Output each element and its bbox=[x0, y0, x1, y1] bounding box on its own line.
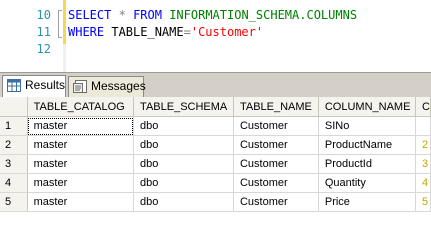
query-editor[interactable]: 10 11 12 SELECT * FROM INFORMATION_SCHEM… bbox=[0, 0, 431, 72]
string-literal: 'Customer' bbox=[190, 25, 264, 39]
line-number-gutter: 10 11 12 bbox=[0, 0, 66, 72]
cell-table-schema[interactable]: dbo bbox=[133, 116, 234, 136]
cell-truncated[interactable]: 2 bbox=[415, 135, 431, 155]
line-number: 10 bbox=[36, 8, 51, 22]
outline-bracket bbox=[58, 10, 62, 38]
column-header[interactable]: TABLE_SCHEMA bbox=[133, 97, 234, 117]
cell-table-catalog[interactable]: master bbox=[27, 135, 135, 155]
cell-table-name[interactable]: Customer bbox=[233, 116, 319, 136]
tab-results-label: Results bbox=[25, 78, 66, 92]
table-row: 4 master dbo Customer Quantity 4 bbox=[0, 173, 431, 193]
grid-corner[interactable] bbox=[0, 97, 28, 117]
tab-results[interactable]: Results bbox=[2, 75, 66, 98]
change-marker bbox=[63, 0, 66, 44]
cell-column-name[interactable]: Quantity bbox=[318, 173, 417, 193]
keyword: FROM bbox=[133, 8, 162, 22]
cell-column-name[interactable]: ProductName bbox=[318, 135, 417, 155]
cell-table-catalog[interactable]: master bbox=[27, 192, 135, 212]
cell-column-name[interactable]: Price bbox=[318, 192, 417, 212]
row-number[interactable]: 2 bbox=[0, 135, 28, 155]
results-tab-bar: Results Messages bbox=[0, 72, 431, 98]
schema-object: INFORMATION_SCHEMA.COLUMNS bbox=[169, 8, 358, 22]
cell-truncated[interactable]: 5 bbox=[415, 192, 431, 212]
code-line-11[interactable]: WHERE TABLE_NAME='Customer' bbox=[68, 24, 263, 40]
table-row: 5 master dbo Customer Price 5 bbox=[0, 192, 431, 212]
line-number: 12 bbox=[36, 42, 51, 56]
cell-table-schema[interactable]: dbo bbox=[133, 192, 234, 212]
results-grid-icon bbox=[7, 79, 21, 92]
cell-table-schema[interactable]: dbo bbox=[133, 154, 234, 174]
table-row: 3 master dbo Customer ProductId 3 bbox=[0, 154, 431, 174]
cell-truncated[interactable] bbox=[415, 116, 431, 136]
column-header[interactable]: COLUMN_NAME bbox=[318, 97, 417, 117]
row-number[interactable]: 1 bbox=[0, 116, 28, 136]
column-identifier: TABLE_NAME bbox=[111, 25, 184, 39]
code-line-10[interactable]: SELECT * FROM INFORMATION_SCHEMA.COLUMNS bbox=[68, 7, 357, 23]
messages-icon bbox=[73, 80, 87, 93]
header-row: TABLE_CATALOG TABLE_SCHEMA TABLE_NAME CO… bbox=[0, 97, 431, 117]
column-header[interactable]: TABLE_NAME bbox=[233, 97, 319, 117]
column-header[interactable]: TABLE_CATALOG bbox=[27, 97, 135, 117]
cell-table-schema[interactable]: dbo bbox=[133, 135, 234, 155]
cell-table-catalog[interactable]: master bbox=[27, 116, 135, 136]
table-row: 1 master dbo Customer SINo bbox=[0, 116, 431, 136]
cell-table-name[interactable]: Customer bbox=[233, 154, 319, 174]
cell-column-name[interactable]: SINo bbox=[318, 116, 417, 136]
cell-column-name[interactable]: ProductId bbox=[318, 154, 417, 174]
operator: = bbox=[183, 25, 191, 39]
table-row: 2 master dbo Customer ProductName 2 bbox=[0, 135, 431, 155]
tab-messages-label: Messages bbox=[91, 79, 146, 93]
operator: * bbox=[118, 8, 126, 22]
tab-messages[interactable]: Messages bbox=[68, 76, 146, 97]
column-header[interactable]: C bbox=[415, 97, 431, 117]
row-number[interactable]: 5 bbox=[0, 192, 28, 212]
cell-truncated[interactable]: 3 bbox=[415, 154, 431, 174]
cell-table-name[interactable]: Customer bbox=[233, 173, 319, 193]
row-number[interactable]: 3 bbox=[0, 154, 28, 174]
row-number[interactable]: 4 bbox=[0, 173, 28, 193]
keyword: SELECT bbox=[68, 8, 112, 22]
cell-table-name[interactable]: Customer bbox=[233, 135, 319, 155]
cell-table-schema[interactable]: dbo bbox=[133, 173, 234, 193]
line-number: 11 bbox=[36, 25, 51, 39]
cell-table-catalog[interactable]: master bbox=[27, 154, 135, 174]
keyword: WHERE bbox=[68, 25, 105, 39]
cell-table-catalog[interactable]: master bbox=[27, 173, 135, 193]
results-grid[interactable]: TABLE_CATALOG TABLE_SCHEMA TABLE_NAME CO… bbox=[0, 97, 431, 226]
cell-truncated[interactable]: 4 bbox=[415, 173, 431, 193]
cell-table-name[interactable]: Customer bbox=[233, 192, 319, 212]
